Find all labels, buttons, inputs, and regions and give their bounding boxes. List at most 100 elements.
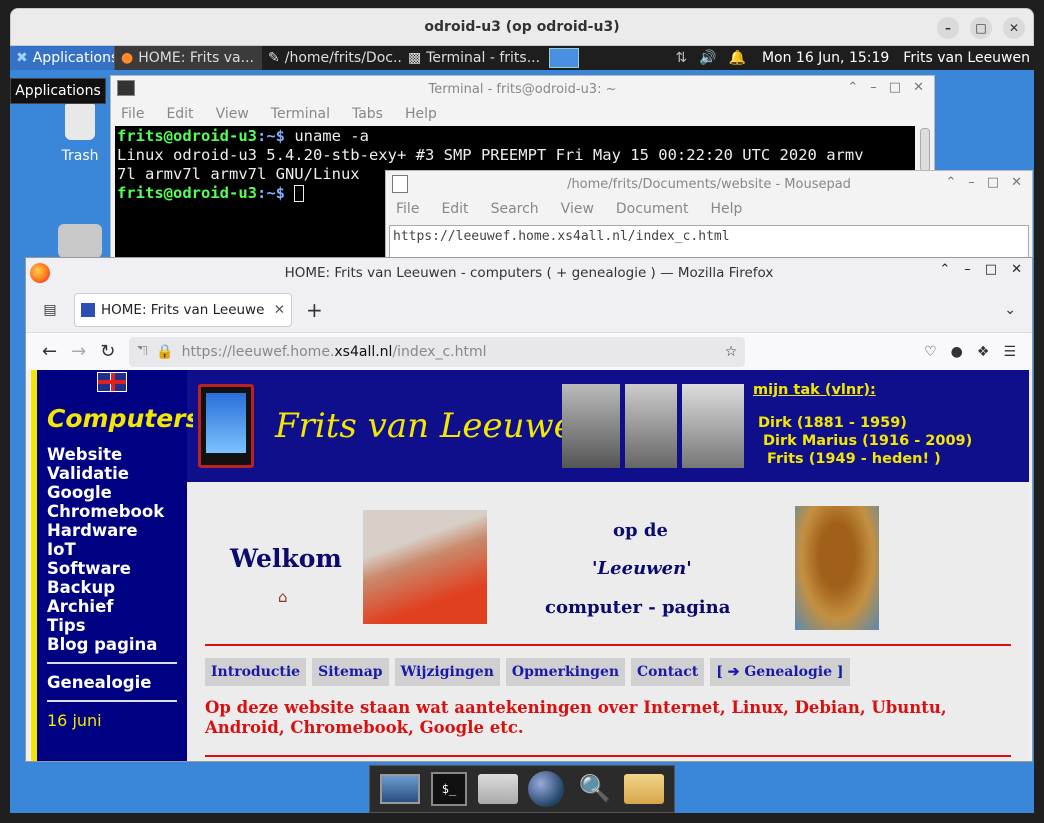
menu-help[interactable]: Help xyxy=(405,106,437,122)
volume-icon[interactable]: 🔊 xyxy=(699,50,716,66)
tablet-image xyxy=(198,384,254,468)
menu-tabs[interactable]: Tabs xyxy=(352,106,383,122)
terminal-icon[interactable]: $_ xyxy=(427,769,471,809)
back-icon[interactable]: ← xyxy=(42,341,57,362)
pocket-icon[interactable]: ♡ xyxy=(924,344,937,360)
bookmark-star-icon[interactable]: ☆ xyxy=(725,344,738,360)
leeuwen-text: 'Leeuwen' xyxy=(592,558,692,579)
uk-flag-icon[interactable] xyxy=(97,372,127,392)
close-icon[interactable]: ✕ xyxy=(1011,175,1022,190)
tab-opmerkingen[interactable]: Opmerkingen xyxy=(505,658,626,686)
menu-terminal[interactable]: Terminal xyxy=(271,106,330,122)
minimize-icon[interactable]: – xyxy=(870,80,877,95)
chevron-up-icon[interactable]: ⌃ xyxy=(847,80,858,95)
minimize-icon[interactable]: – xyxy=(968,175,975,190)
user-name[interactable]: Frits van Leeuwen xyxy=(903,50,1030,66)
menu-document[interactable]: Document xyxy=(616,201,689,217)
nav-google[interactable]: Google xyxy=(47,483,177,502)
terminal-menubar: File Edit View Terminal Tabs Help xyxy=(111,102,934,126)
nav-website[interactable]: Website xyxy=(47,445,177,464)
tab-genealogie[interactable]: [ ➔ Genealogie ] xyxy=(710,658,850,686)
search-icon[interactable]: 🔍 xyxy=(573,769,617,809)
workspace-icon xyxy=(549,48,579,68)
new-tab-icon[interactable]: + xyxy=(306,298,323,322)
maximize-icon[interactable]: □ xyxy=(889,80,901,95)
menu-file[interactable]: File xyxy=(121,106,144,122)
applications-menu-button[interactable]: ✖ Applications xyxy=(10,46,114,70)
nav-genealogie[interactable]: Genealogie xyxy=(47,673,177,692)
terminal-scrollbar[interactable] xyxy=(920,128,930,172)
taskbar-item-firefox[interactable]: ● HOME: Frits va... xyxy=(114,46,262,70)
show-desktop-icon[interactable] xyxy=(378,769,422,809)
tak-item: Dirk Marius (1916 - 2009) xyxy=(763,433,973,449)
applications-tooltip: Applications xyxy=(10,78,106,104)
web-browser-icon[interactable] xyxy=(524,769,568,809)
nav-iot[interactable]: IoT xyxy=(47,540,177,559)
workspace-switcher[interactable] xyxy=(542,46,586,70)
close-tab-icon[interactable]: ✕ xyxy=(274,302,285,318)
tab-sitemap[interactable]: Sitemap xyxy=(312,658,389,686)
nav-hardware[interactable]: Hardware xyxy=(47,521,177,540)
close-icon[interactable]: ✕ xyxy=(913,80,924,95)
tak-item: Frits (1949 - heden! ) xyxy=(767,451,941,467)
notification-bell-icon[interactable]: 🔔 xyxy=(729,50,746,66)
minimize-button[interactable]: – xyxy=(937,17,959,39)
banner-name: Frits van Leeuwen xyxy=(275,406,596,446)
website: Computers Website Validatie Google Chrom… xyxy=(31,370,1029,761)
reload-icon[interactable]: ↻ xyxy=(100,341,115,362)
nav-software[interactable]: Software xyxy=(47,559,177,578)
url-bar[interactable]: ⛠ 🔒 https://leeuwef.home.xs4all.nl/index… xyxy=(129,336,746,367)
network-icon[interactable]: ⇅ xyxy=(675,50,687,66)
menu-help[interactable]: Help xyxy=(710,201,742,217)
opde-text: op de xyxy=(613,520,668,541)
menu-view[interactable]: View xyxy=(216,106,249,122)
tab-introductie[interactable]: Introductie xyxy=(205,658,307,686)
forward-icon[interactable]: → xyxy=(71,341,86,362)
tab-home[interactable]: HOME: Frits van Leeuwe ✕ xyxy=(74,293,292,327)
taskbar-item-mousepad[interactable]: ✎ /home/frits/Doc... xyxy=(262,46,402,70)
extensions-icon[interactable]: ❖ xyxy=(977,344,990,360)
chevron-up-icon[interactable]: ⌃ xyxy=(939,262,950,277)
nav-archief[interactable]: Archief xyxy=(47,597,177,616)
list-tabs-icon[interactable]: ⌄ xyxy=(1004,302,1016,318)
chevron-up-icon[interactable]: ⌃ xyxy=(945,175,956,190)
site-content: Welkom ⌂ op de 'Leeuwen' computer - pagi… xyxy=(187,482,1029,761)
menu-edit[interactable]: Edit xyxy=(441,201,468,217)
dock: $_ 🔍 xyxy=(369,765,675,813)
firefox-icon xyxy=(30,263,50,283)
nav-blog[interactable]: Blog pagina xyxy=(47,635,177,654)
nav-tips[interactable]: Tips xyxy=(47,616,177,635)
close-button[interactable]: ✕ xyxy=(1003,17,1025,39)
terminal-icon: ▩ xyxy=(408,50,422,66)
nav-backup[interactable]: Backup xyxy=(47,578,177,597)
account-icon[interactable]: ● xyxy=(951,344,963,360)
clock[interactable]: Mon 16 Jun, 15:19 xyxy=(762,50,889,66)
taskbar-item-terminal[interactable]: ▩ Terminal - frits... xyxy=(402,46,542,70)
menu-edit[interactable]: Edit xyxy=(166,106,193,122)
maximize-icon[interactable]: □ xyxy=(987,175,999,190)
tab-contact[interactable]: Contact xyxy=(631,658,705,686)
close-icon[interactable]: ✕ xyxy=(1011,262,1022,277)
maximize-icon[interactable]: □ xyxy=(985,262,997,277)
menu-file[interactable]: File xyxy=(396,201,419,217)
tab-groups-icon[interactable]: ▤ xyxy=(40,302,60,318)
shield-icon[interactable]: ⛠ xyxy=(137,343,148,361)
menu-view[interactable]: View xyxy=(561,201,594,217)
nav-chromebook[interactable]: Chromebook xyxy=(47,502,177,521)
nav-toolbar: ← → ↻ ⛠ 🔒 https://leeuwef.home.xs4all.nl… xyxy=(26,332,1032,370)
tab-wijzigingen[interactable]: Wijzigingen xyxy=(394,658,500,686)
home-folder-icon[interactable] xyxy=(476,769,520,809)
menu-icon[interactable]: ☰ xyxy=(1003,344,1016,360)
home-icon[interactable]: ⌂ xyxy=(278,588,288,606)
tak-title[interactable]: mijn tak (vlnr): xyxy=(753,382,876,398)
lock-icon[interactable]: 🔒 xyxy=(156,344,173,360)
minimize-icon[interactable]: – xyxy=(964,262,971,277)
folder-icon[interactable] xyxy=(622,769,666,809)
nav-validatie[interactable]: Validatie xyxy=(47,464,177,483)
menu-search[interactable]: Search xyxy=(491,201,539,217)
drive-icon[interactable] xyxy=(58,224,102,258)
maximize-button[interactable]: □ xyxy=(970,17,992,39)
desktop-icon-trash[interactable]: Trash xyxy=(50,104,110,164)
cursor xyxy=(294,185,305,202)
window-title: odroid-u3 (op odroid-u3) xyxy=(424,19,620,35)
